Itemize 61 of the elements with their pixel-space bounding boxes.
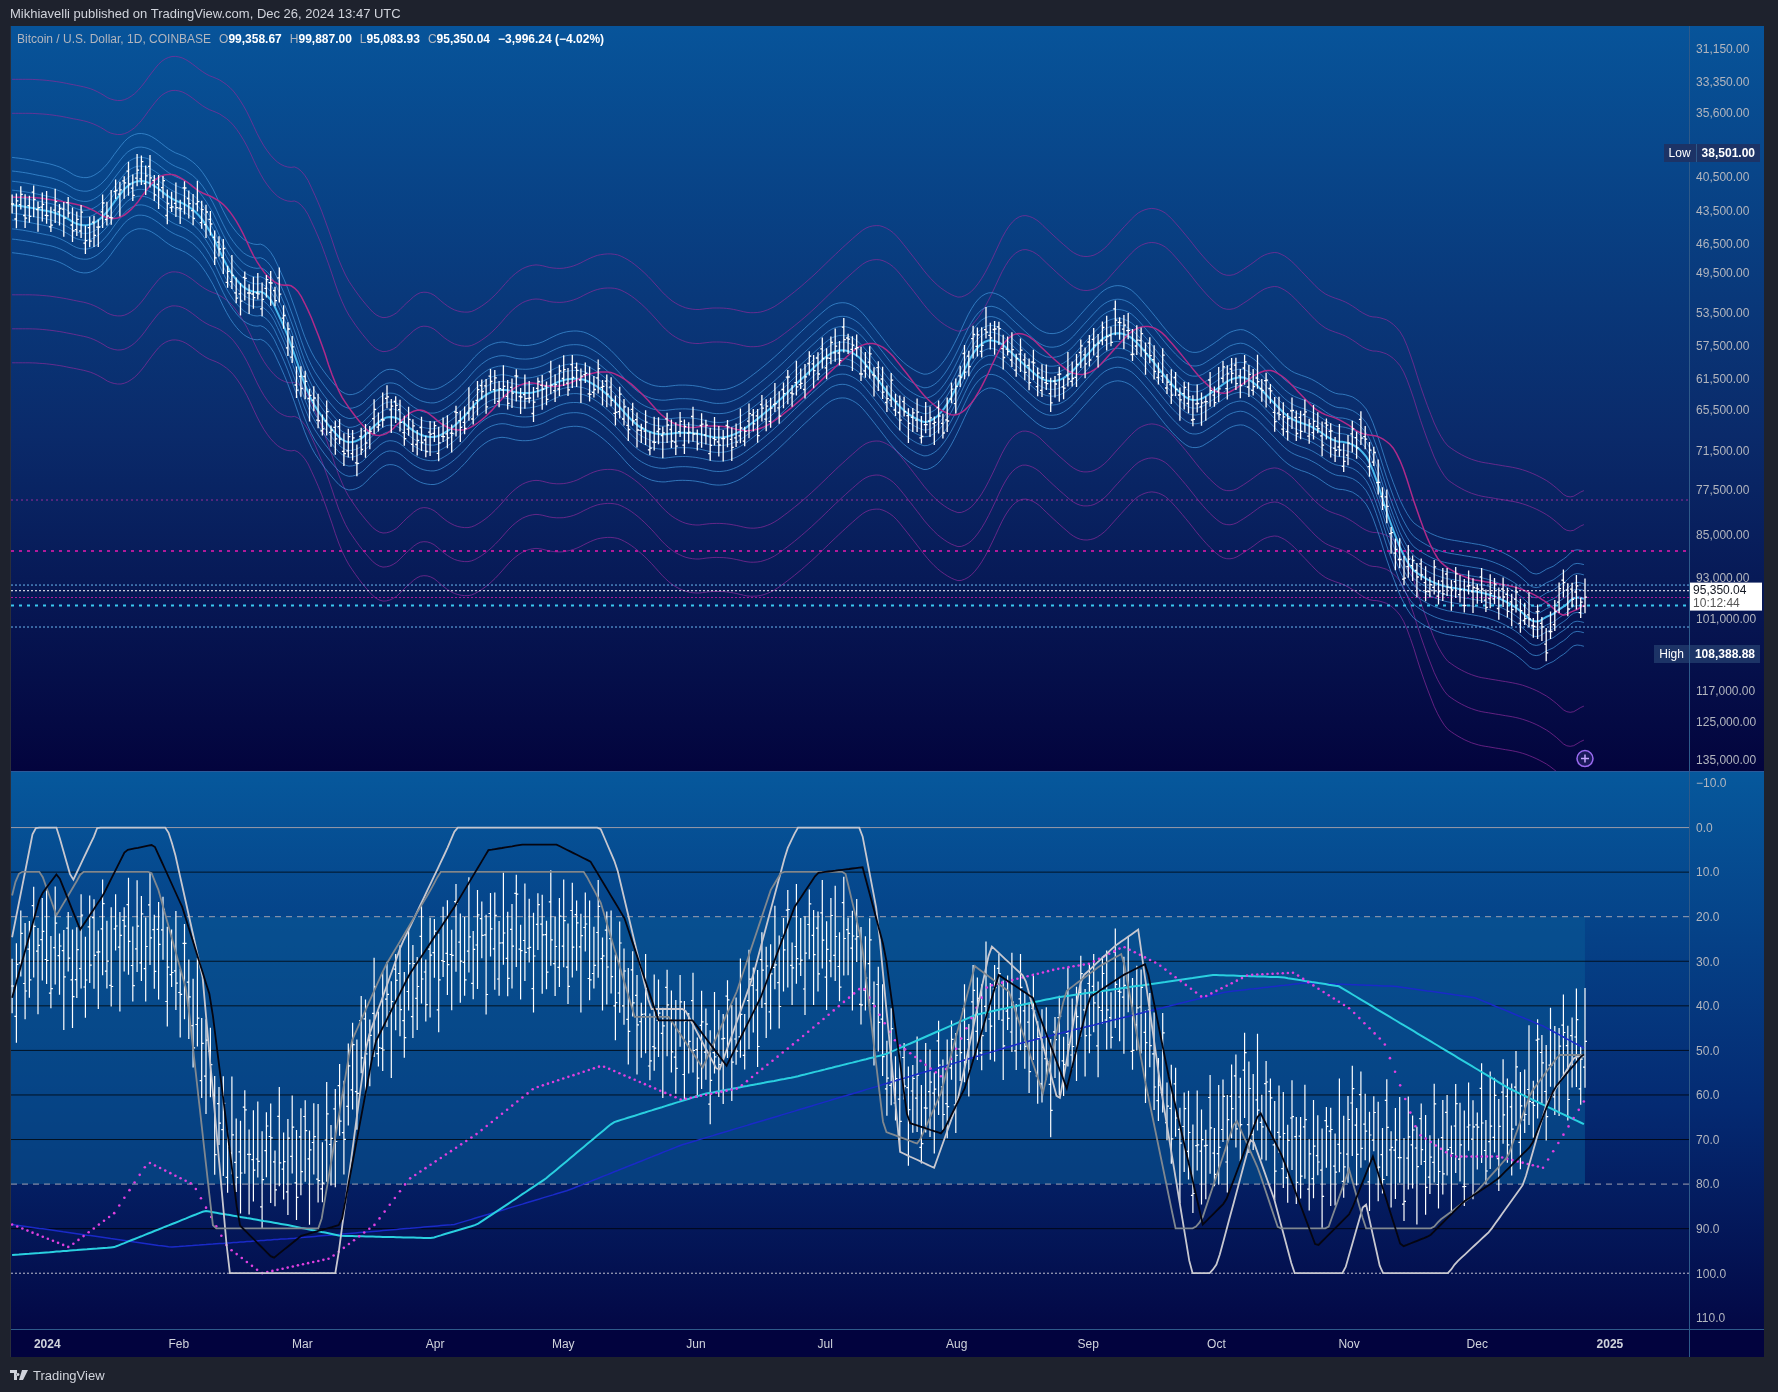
tag-value: 38,501.00 xyxy=(1700,145,1756,162)
oscillator-axis-label: 110.0 xyxy=(1696,1311,1726,1326)
price-axis-label: 43,500.00 xyxy=(1696,203,1750,218)
price-axis-label: 61,500.00 xyxy=(1696,371,1750,386)
oscillator-axis-label: 30.0 xyxy=(1696,954,1720,969)
price-axis-label: 35,600.00 xyxy=(1696,106,1750,121)
time-axis-label: Feb xyxy=(168,1336,190,1351)
time-axis-label: Apr xyxy=(425,1336,445,1351)
oscillator-axis-label: 10.0 xyxy=(1696,865,1720,880)
oscillator-axis-label: 20.0 xyxy=(1696,910,1720,925)
tag-value: 108,388.88 xyxy=(1693,646,1756,664)
time-axis-label: Nov xyxy=(1338,1336,1360,1351)
price-axis-label: 117,000.00 xyxy=(1696,683,1756,698)
time-axis-label: 2024 xyxy=(33,1336,61,1351)
time-axis-label: 2025 xyxy=(1596,1336,1624,1351)
time-axis-label: Dec xyxy=(1466,1336,1488,1351)
oscillator-axis-label: 0.0 xyxy=(1696,820,1713,835)
price-change: −3,996.24 (−4.02%) xyxy=(498,32,605,46)
price-axis-label: 49,500.00 xyxy=(1696,266,1750,281)
price-axis-label: 31,150.00 xyxy=(1696,41,1750,56)
price-axis-label: 125,000.00 xyxy=(1696,715,1757,730)
ohlc-value: C95,350.04 xyxy=(427,32,490,46)
price-axis-label: 33,350.00 xyxy=(1696,74,1750,89)
last-price-value: 95,350.04 xyxy=(1693,583,1747,597)
time-axis-label: May xyxy=(551,1336,575,1351)
oscillator-axis-label: 40.0 xyxy=(1696,999,1720,1014)
time-axis-label: Sep xyxy=(1077,1336,1099,1351)
oscillator-axis-label: 100.0 xyxy=(1696,1266,1727,1281)
brand-name: TradingView xyxy=(33,1367,105,1383)
ohlc-value: L95,083.93 xyxy=(359,32,420,46)
price-axis-label: 46,500.00 xyxy=(1696,236,1750,251)
ohlc-value: O99,358.67 xyxy=(219,32,282,46)
time-axis-label: Jun xyxy=(686,1336,706,1351)
price-axis-label: 77,500.00 xyxy=(1696,482,1750,497)
price-axis-label: 65,500.00 xyxy=(1696,403,1750,418)
tag-label: High xyxy=(1654,645,1690,664)
price-axis-label: 135,000.00 xyxy=(1696,752,1757,767)
price-axis-label: 57,500.00 xyxy=(1696,338,1750,353)
symbol-title: Bitcoin / U.S. Dollar, 1D, COINBASE xyxy=(17,32,212,46)
time-axis-label: Jul xyxy=(817,1336,833,1351)
bar-countdown: 10:12:44 xyxy=(1693,596,1740,610)
ohlc-value: H99,887.00 xyxy=(289,32,352,46)
oscillator-axis-label: 70.0 xyxy=(1696,1132,1720,1147)
crosshair-target-icon[interactable] xyxy=(1576,749,1594,768)
price-axis-label: 71,500.00 xyxy=(1696,444,1750,459)
time-axis-label: Mar xyxy=(292,1336,313,1351)
price-axis-label: 40,500.00 xyxy=(1696,169,1750,184)
price-axis-label: 53,500.00 xyxy=(1696,305,1750,320)
oscillator-axis-label: 80.0 xyxy=(1696,1177,1720,1192)
oscillator-axis-label: 50.0 xyxy=(1696,1043,1720,1058)
time-axis-label: Aug xyxy=(946,1336,968,1351)
oscillator-axis-label: −10.0 xyxy=(1696,776,1727,791)
price-axis-label: 93,000.00 xyxy=(1696,571,1750,586)
price-axis-label: 85,000.00 xyxy=(1696,528,1750,543)
oscillator-axis-label: 60.0 xyxy=(1696,1088,1720,1103)
oscillator-axis-label: 90.0 xyxy=(1696,1222,1720,1236)
publisher-caption: Mikhiavelli published on TradingView.com, Dec 26, 2024 13:47 UTC xyxy=(10,5,401,21)
tag-label: Low xyxy=(1663,144,1697,162)
time-axis-label: Oct xyxy=(1207,1336,1226,1351)
logo-icon xyxy=(10,1370,28,1380)
price-axis-label: 101,000.00 xyxy=(1696,612,1757,627)
